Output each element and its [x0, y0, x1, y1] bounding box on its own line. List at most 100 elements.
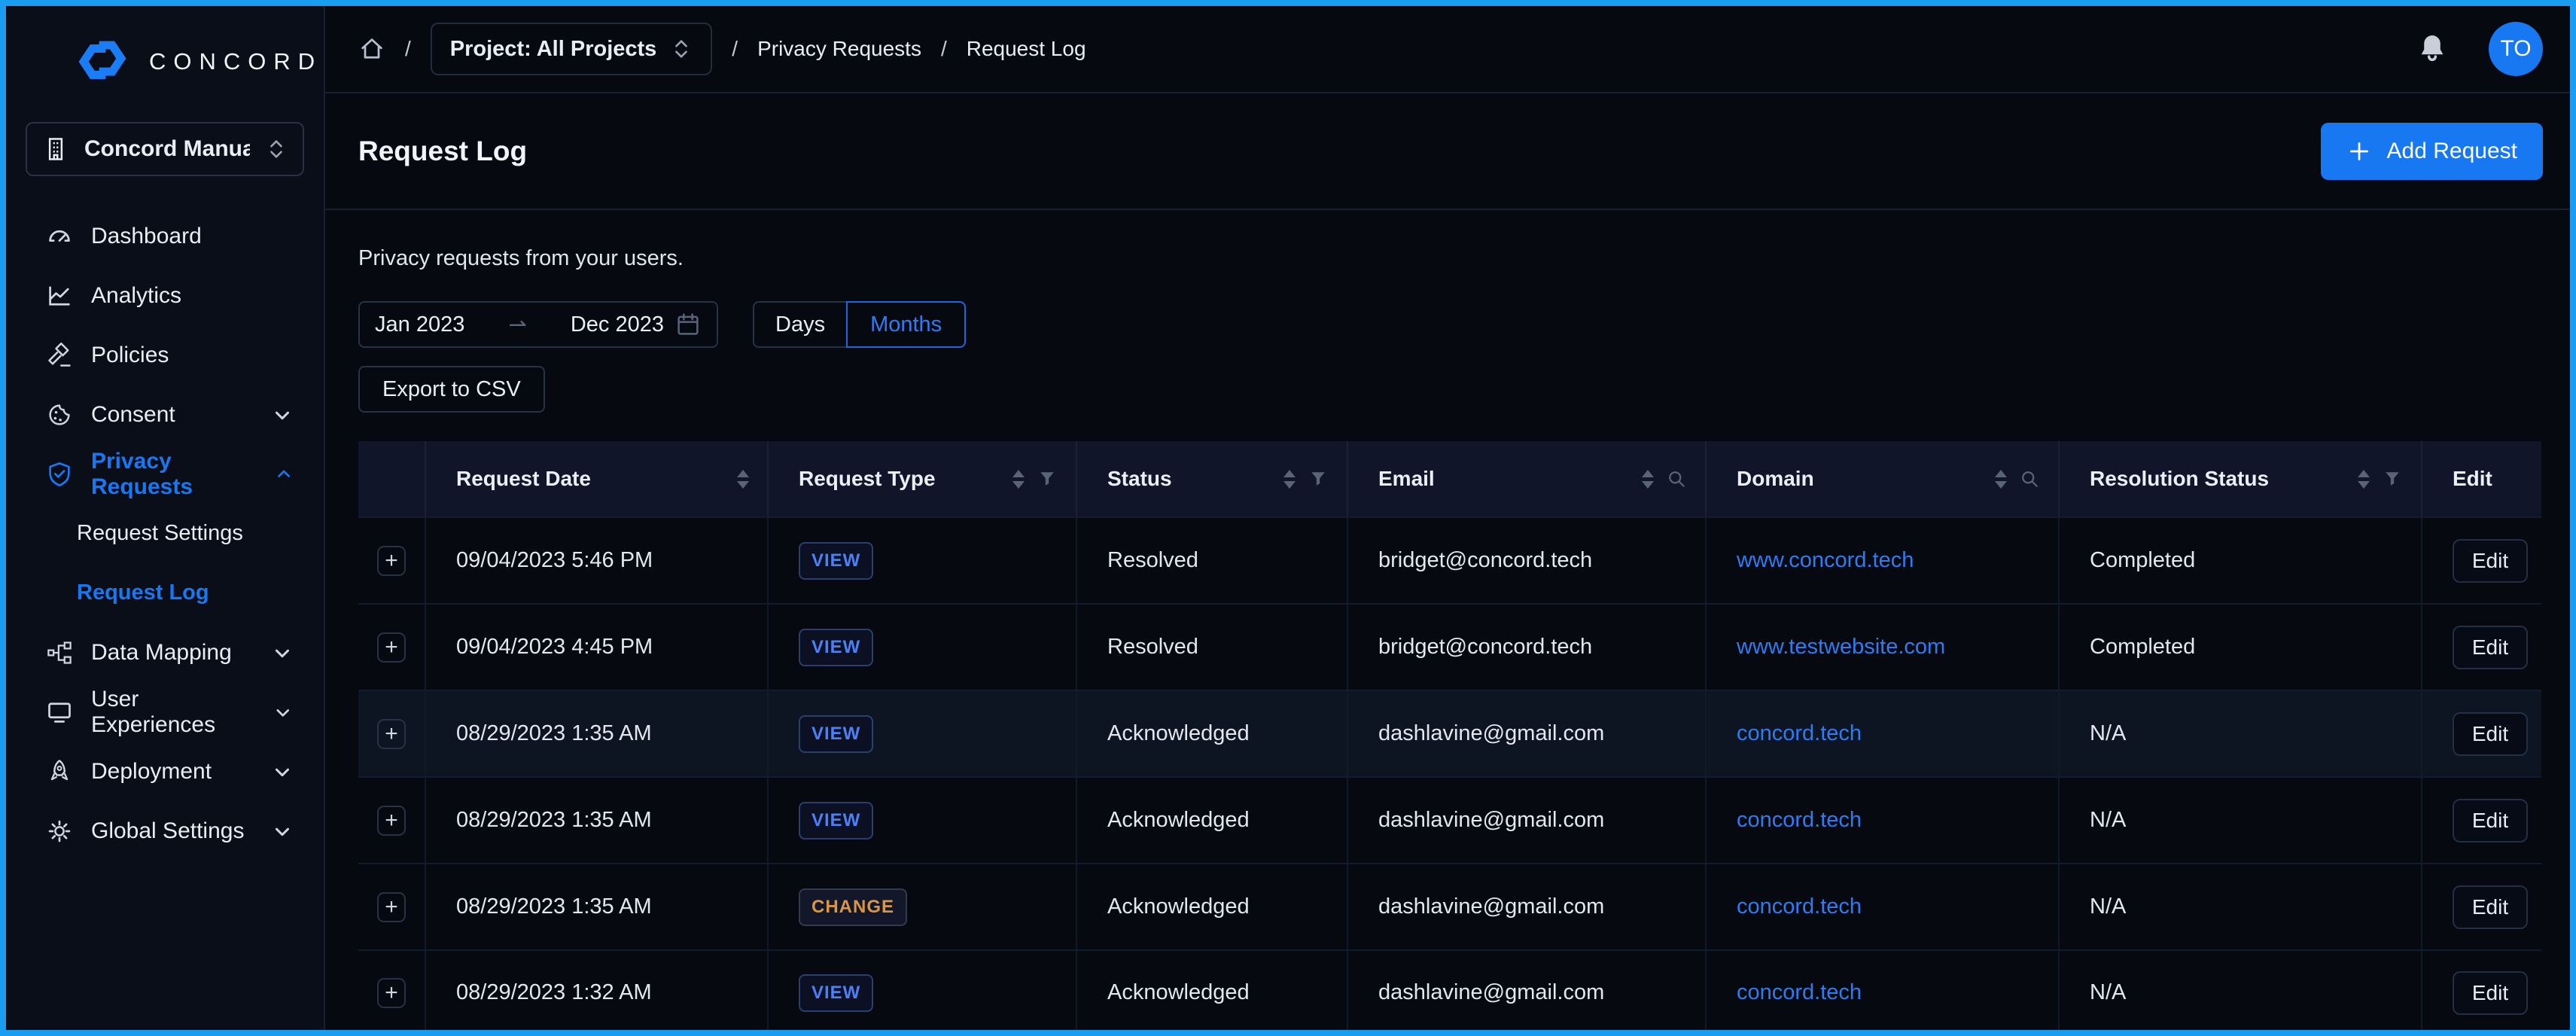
- cell-email: dashlavine@gmail.com: [1347, 864, 1705, 949]
- edit-button[interactable]: Edit: [2453, 885, 2528, 929]
- add-request-label: Add Request: [2387, 139, 2517, 164]
- app-frame: CONCORD Concord Manual ... Dashboard: [0, 0, 2576, 1036]
- search-icon[interactable]: [2019, 468, 2040, 489]
- sidebar-item-dashboard[interactable]: Dashboard: [26, 206, 304, 266]
- table-row: + 09/04/2023 5:46 PM VIEW Resolved bridg…: [358, 516, 2541, 603]
- header-label: Edit: [2453, 467, 2492, 491]
- sort-icon[interactable]: [1642, 470, 1654, 489]
- filter-icon[interactable]: [2382, 468, 2403, 489]
- date-start: Jan 2023: [375, 312, 464, 337]
- cell-resolution-status: N/A: [2058, 864, 2421, 949]
- cell-request-date: 08/29/2023 1:35 AM: [425, 778, 767, 863]
- header-request-date[interactable]: Request Date: [425, 441, 767, 516]
- edit-button[interactable]: Edit: [2453, 712, 2528, 756]
- avatar[interactable]: TO: [2489, 22, 2543, 76]
- cell-email: bridget@concord.tech: [1347, 605, 1705, 690]
- sort-icon[interactable]: [1995, 470, 2007, 489]
- sort-icon[interactable]: [2358, 470, 2370, 489]
- plus-icon: [2346, 139, 2372, 164]
- domain-link[interactable]: www.concord.tech: [1737, 548, 1914, 573]
- chevron-down-icon: [271, 404, 294, 426]
- header-label: Resolution Status: [2090, 467, 2269, 491]
- sidebar-item-label: Privacy Requests: [91, 449, 256, 500]
- sidebar-item-data-mapping[interactable]: Data Mapping: [26, 623, 304, 682]
- table-header-row: Request Date Request Type Status: [358, 441, 2541, 516]
- sidebar-subitem-request-log[interactable]: Request Log: [26, 563, 304, 623]
- cell-status: Acknowledged: [1076, 951, 1347, 1034]
- sidebar-item-label: Data Mapping: [91, 640, 232, 666]
- header-request-type[interactable]: Request Type: [767, 441, 1076, 516]
- search-icon[interactable]: [1666, 468, 1687, 489]
- sidebar-item-deployment[interactable]: Deployment: [26, 742, 304, 801]
- edit-button[interactable]: Edit: [2453, 799, 2528, 843]
- sidebar-subitem-label: Request Log: [77, 580, 209, 605]
- expand-row-button[interactable]: +: [377, 546, 406, 576]
- sidebar-item-privacy-requests[interactable]: Privacy Requests: [26, 444, 304, 504]
- domain-link[interactable]: www.testwebsite.com: [1737, 635, 1945, 660]
- header-domain[interactable]: Domain: [1705, 441, 2058, 516]
- shield-check-icon: [46, 461, 73, 488]
- days-toggle-button[interactable]: Days: [753, 301, 846, 348]
- expand-row-button[interactable]: +: [377, 806, 406, 836]
- filter-icon[interactable]: [1037, 468, 1058, 489]
- chevron-up-icon: [274, 463, 294, 486]
- building-icon: [42, 136, 69, 163]
- header-email[interactable]: Email: [1347, 441, 1705, 516]
- sidebar-item-label: Dashboard: [91, 224, 202, 249]
- domain-link[interactable]: concord.tech: [1737, 721, 1862, 746]
- chevron-down-icon: [271, 641, 294, 664]
- sidebar-item-policies[interactable]: Policies: [26, 325, 304, 385]
- logo-wordmark: CONCORD: [149, 48, 322, 75]
- cell-request-date: 08/29/2023 1:35 AM: [425, 691, 767, 776]
- header-label: Email: [1378, 467, 1435, 491]
- sidebar-item-global-settings[interactable]: Global Settings: [26, 801, 304, 861]
- project-selector[interactable]: Project: All Projects: [431, 23, 713, 75]
- expand-row-button[interactable]: +: [377, 632, 406, 663]
- domain-link[interactable]: concord.tech: [1737, 980, 1862, 1005]
- request-type-badge: VIEW: [799, 629, 873, 666]
- home-icon[interactable]: [358, 35, 385, 62]
- cell-email: dashlavine@gmail.com: [1347, 691, 1705, 776]
- edit-button[interactable]: Edit: [2453, 626, 2528, 669]
- sidebar-item-user-experiences[interactable]: User Experiences: [26, 682, 304, 742]
- topbar: / Project: All Projects / Privacy Reques…: [325, 6, 2570, 93]
- nodes-icon: [46, 639, 73, 666]
- header-label: Status: [1107, 467, 1172, 491]
- header-resolution-status[interactable]: Resolution Status: [2058, 441, 2421, 516]
- breadcrumb-request-log[interactable]: Request Log: [967, 37, 1086, 61]
- cell-resolution-status: N/A: [2058, 778, 2421, 863]
- page-title: Request Log: [358, 136, 527, 167]
- sidebar-item-label: Consent: [91, 402, 175, 428]
- header-status[interactable]: Status: [1076, 441, 1347, 516]
- bell-icon[interactable]: [2415, 32, 2450, 66]
- sidebar-item-label: Global Settings: [91, 818, 244, 844]
- sort-icon[interactable]: [1283, 470, 1296, 489]
- sidebar-item-label: Deployment: [91, 759, 212, 785]
- sidebar-item-consent[interactable]: Consent: [26, 385, 304, 444]
- sidebar-nav: Dashboard Analytics Policies: [26, 206, 304, 861]
- domain-link[interactable]: concord.tech: [1737, 808, 1862, 833]
- sort-icon[interactable]: [737, 470, 749, 489]
- expand-row-button[interactable]: +: [377, 978, 406, 1008]
- chevron-down-icon: [271, 820, 294, 843]
- request-type-badge: VIEW: [799, 542, 873, 580]
- export-csv-button[interactable]: Export to CSV: [358, 366, 545, 413]
- header-expand: [358, 441, 425, 516]
- filter-icon[interactable]: [1308, 468, 1329, 489]
- sidebar-item-analytics[interactable]: Analytics: [26, 266, 304, 325]
- add-request-button[interactable]: Add Request: [2321, 123, 2543, 180]
- gauge-icon: [46, 223, 73, 250]
- cell-status: Resolved: [1076, 605, 1347, 690]
- edit-button[interactable]: Edit: [2453, 539, 2528, 583]
- expand-row-button[interactable]: +: [377, 892, 406, 922]
- sort-icon[interactable]: [1012, 470, 1025, 489]
- sidebar-subitem-request-settings[interactable]: Request Settings: [26, 504, 304, 563]
- breadcrumb-privacy-requests[interactable]: Privacy Requests: [757, 37, 921, 61]
- org-selector[interactable]: Concord Manual ...: [26, 122, 304, 176]
- edit-button[interactable]: Edit: [2453, 971, 2528, 1015]
- date-range-picker[interactable]: Jan 2023 ⇀ Dec 2023: [358, 301, 718, 348]
- expand-row-button[interactable]: +: [377, 719, 406, 749]
- cell-email: bridget@concord.tech: [1347, 518, 1705, 603]
- domain-link[interactable]: concord.tech: [1737, 894, 1862, 919]
- months-toggle-button[interactable]: Months: [846, 301, 966, 348]
